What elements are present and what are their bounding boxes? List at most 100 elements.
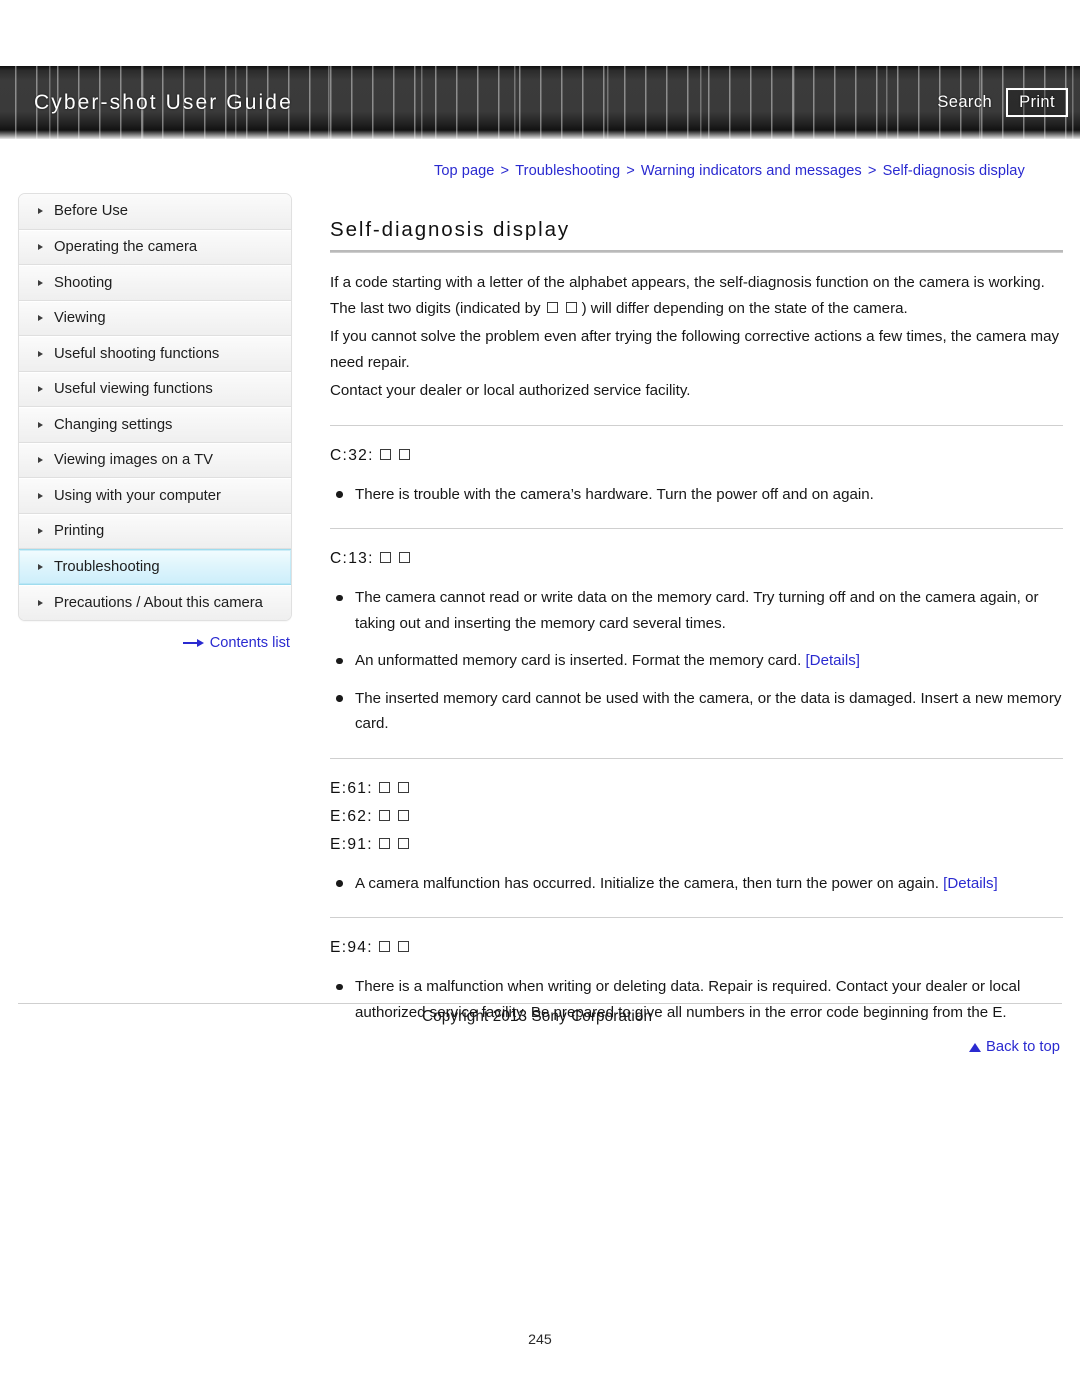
- sidebar: Before Use Operating the camera Shooting Vi…: [18, 193, 292, 651]
- chevron-right-icon: [38, 492, 43, 499]
- list-item-text: An unformatted memory card is inserted. …: [355, 652, 802, 669]
- breadcrumb-item-3[interactable]: Warning indicators and messages: [641, 163, 862, 179]
- breadcrumb-item-2[interactable]: Troubleshooting: [515, 163, 620, 179]
- list-item-text: The inserted memory card cannot be used …: [355, 689, 1062, 733]
- list-item: An unformatted memory card is inserted. …: [330, 648, 1063, 674]
- sidebar-nav-list: Before Use Operating the camera Shooting Vi…: [18, 193, 292, 621]
- header-bottom-fade: [0, 130, 1080, 139]
- error-code-label: E:94:: [330, 939, 373, 956]
- error-code-label: E:62:: [330, 807, 373, 825]
- corrective-action-list: A camera malfunction has occurred. Initi…: [330, 871, 1063, 897]
- error-code-label: E:61:: [330, 779, 373, 797]
- back-to-top-link[interactable]: Back to top: [968, 1039, 1060, 1055]
- header-actions: Search Print: [937, 87, 1068, 118]
- main-content: Self-diagnosis display If a code startin…: [330, 218, 1063, 1055]
- chevron-right-icon: [38, 350, 43, 357]
- breadcrumb-separator: >: [863, 163, 881, 179]
- sidebar-item-using-with-your-computer[interactable]: Using with your computer: [19, 478, 291, 514]
- intro-paragraph-2: If you cannot solve the problem even aft…: [330, 328, 1060, 371]
- sidebar-item-label: Useful shooting functions: [54, 345, 220, 362]
- intro-paragraph-1: If a code starting with a letter of the …: [330, 270, 1063, 321]
- sidebar-item-precautions-about-this-camera[interactable]: Precautions / About this camera: [19, 584, 291, 620]
- chevron-right-icon: [38, 421, 43, 428]
- error-code-heading: E:61:: [330, 776, 1063, 801]
- details-link[interactable]: [Details]: [943, 875, 998, 892]
- page-number: 245: [528, 1332, 552, 1348]
- list-item: A camera malfunction has occurred. Initi…: [330, 871, 1063, 897]
- box-glyph-icon: [397, 941, 409, 952]
- box-glyph-icon: [378, 837, 390, 849]
- section-divider: [330, 917, 1063, 918]
- sidebar-item-label: Changing settings: [54, 416, 173, 433]
- sidebar-item-label: Viewing: [54, 310, 106, 327]
- error-code-heading: E:94:: [330, 935, 1063, 960]
- box-glyph-icon: [397, 809, 409, 821]
- breadcrumb-item-1[interactable]: Top page: [434, 163, 494, 179]
- chevron-right-icon: [38, 279, 43, 286]
- sidebar-item-troubleshooting[interactable]: Troubleshooting: [19, 549, 291, 585]
- chevron-right-icon: [38, 244, 43, 251]
- site-title: Cyber-shot User Guide: [34, 90, 293, 114]
- sidebar-item-label: Troubleshooting: [54, 558, 160, 575]
- list-item-text: The camera cannot read or write data on …: [355, 589, 1039, 632]
- sidebar-item-viewing[interactable]: Viewing: [19, 300, 291, 336]
- breadcrumb-separator: >: [496, 163, 514, 179]
- intro-text: If a code starting with a letter of the …: [330, 270, 1063, 404]
- intro-line1-b: ) will differ depending on the state of …: [581, 299, 908, 317]
- breadcrumb-item-4: Self-diagnosis display: [882, 163, 1025, 179]
- corrective-action-list: The camera cannot read or write data on …: [330, 585, 1063, 737]
- error-code-label: C:13:: [330, 550, 374, 567]
- contents-list-label: Contents list: [209, 635, 290, 651]
- error-code-heading: E:62:: [330, 804, 1063, 829]
- sidebar-item-useful-shooting-functions[interactable]: Useful shooting functions: [19, 336, 291, 372]
- box-glyph-icon: [379, 552, 391, 563]
- contents-list-link[interactable]: Contents list: [182, 635, 290, 651]
- sidebar-item-viewing-images-on-a-tv[interactable]: Viewing images on a TV: [19, 442, 291, 478]
- sidebar-item-before-use[interactable]: Before Use: [19, 194, 291, 230]
- section-divider: [330, 528, 1063, 529]
- list-item-text: There is trouble with the camera’s hardw…: [355, 485, 874, 503]
- sidebar-item-label: Operating the camera: [54, 239, 198, 256]
- chevron-right-icon: [38, 528, 43, 535]
- section-divider: [330, 424, 1063, 426]
- chevron-right-icon: [38, 457, 43, 464]
- contents-list-row: Contents list: [18, 635, 292, 651]
- back-to-top-label: Back to top: [985, 1039, 1060, 1055]
- triangle-up-icon: [968, 1042, 981, 1052]
- copyright-text: Copyright 2013 Sony Corporation: [422, 1008, 653, 1025]
- header-bar: Cyber-shot User Guide Search Print: [0, 66, 1080, 139]
- page-title: Self-diagnosis display: [330, 218, 571, 241]
- site-header: Cyber-shot User Guide Search Print: [0, 66, 1080, 139]
- error-code-label: C:32:: [330, 446, 374, 464]
- list-item-text: A camera malfunction has occurred. Initi…: [355, 874, 939, 892]
- list-item: There is trouble with the camera’s hardw…: [330, 482, 1063, 508]
- error-code-heading: C:32:: [330, 443, 1063, 468]
- error-code-label: E:91:: [330, 835, 373, 853]
- sidebar-item-shooting[interactable]: Shooting: [19, 265, 291, 301]
- box-glyph-icon: [378, 781, 390, 793]
- sidebar-item-label: Shooting: [54, 274, 113, 291]
- box-glyph-icon: [546, 301, 558, 313]
- arrow-right-icon: [182, 638, 205, 648]
- chevron-right-icon: [38, 315, 43, 322]
- details-link[interactable]: [Details]: [805, 652, 860, 669]
- error-code-heading: E:91:: [330, 832, 1063, 857]
- box-glyph-icon: [378, 941, 390, 952]
- sidebar-item-useful-viewing-functions[interactable]: Useful viewing functions: [19, 371, 291, 407]
- back-to-top-row: Back to top: [330, 1039, 1063, 1055]
- sidebar-item-changing-settings[interactable]: Changing settings: [19, 407, 291, 443]
- chevron-right-icon: [38, 386, 43, 393]
- section-divider: [330, 757, 1063, 759]
- sidebar-item-printing[interactable]: Printing: [19, 513, 291, 549]
- sidebar-item-operating-the-camera[interactable]: Operating the camera: [19, 229, 291, 265]
- chevron-right-icon: [38, 563, 43, 570]
- search-link[interactable]: Search: [937, 93, 992, 112]
- error-code-sections: C:32: There is trouble with the camera’s …: [330, 424, 1063, 1026]
- print-button[interactable]: Print: [1006, 87, 1068, 118]
- chevron-right-icon: [38, 599, 43, 606]
- sidebar-item-label: Precautions / About this camera: [54, 594, 263, 611]
- box-glyph-icon: [379, 448, 391, 460]
- sidebar-item-label: Useful viewing functions: [54, 381, 213, 398]
- sidebar-item-label: Before Use: [54, 203, 129, 220]
- box-glyph-icon: [397, 781, 409, 793]
